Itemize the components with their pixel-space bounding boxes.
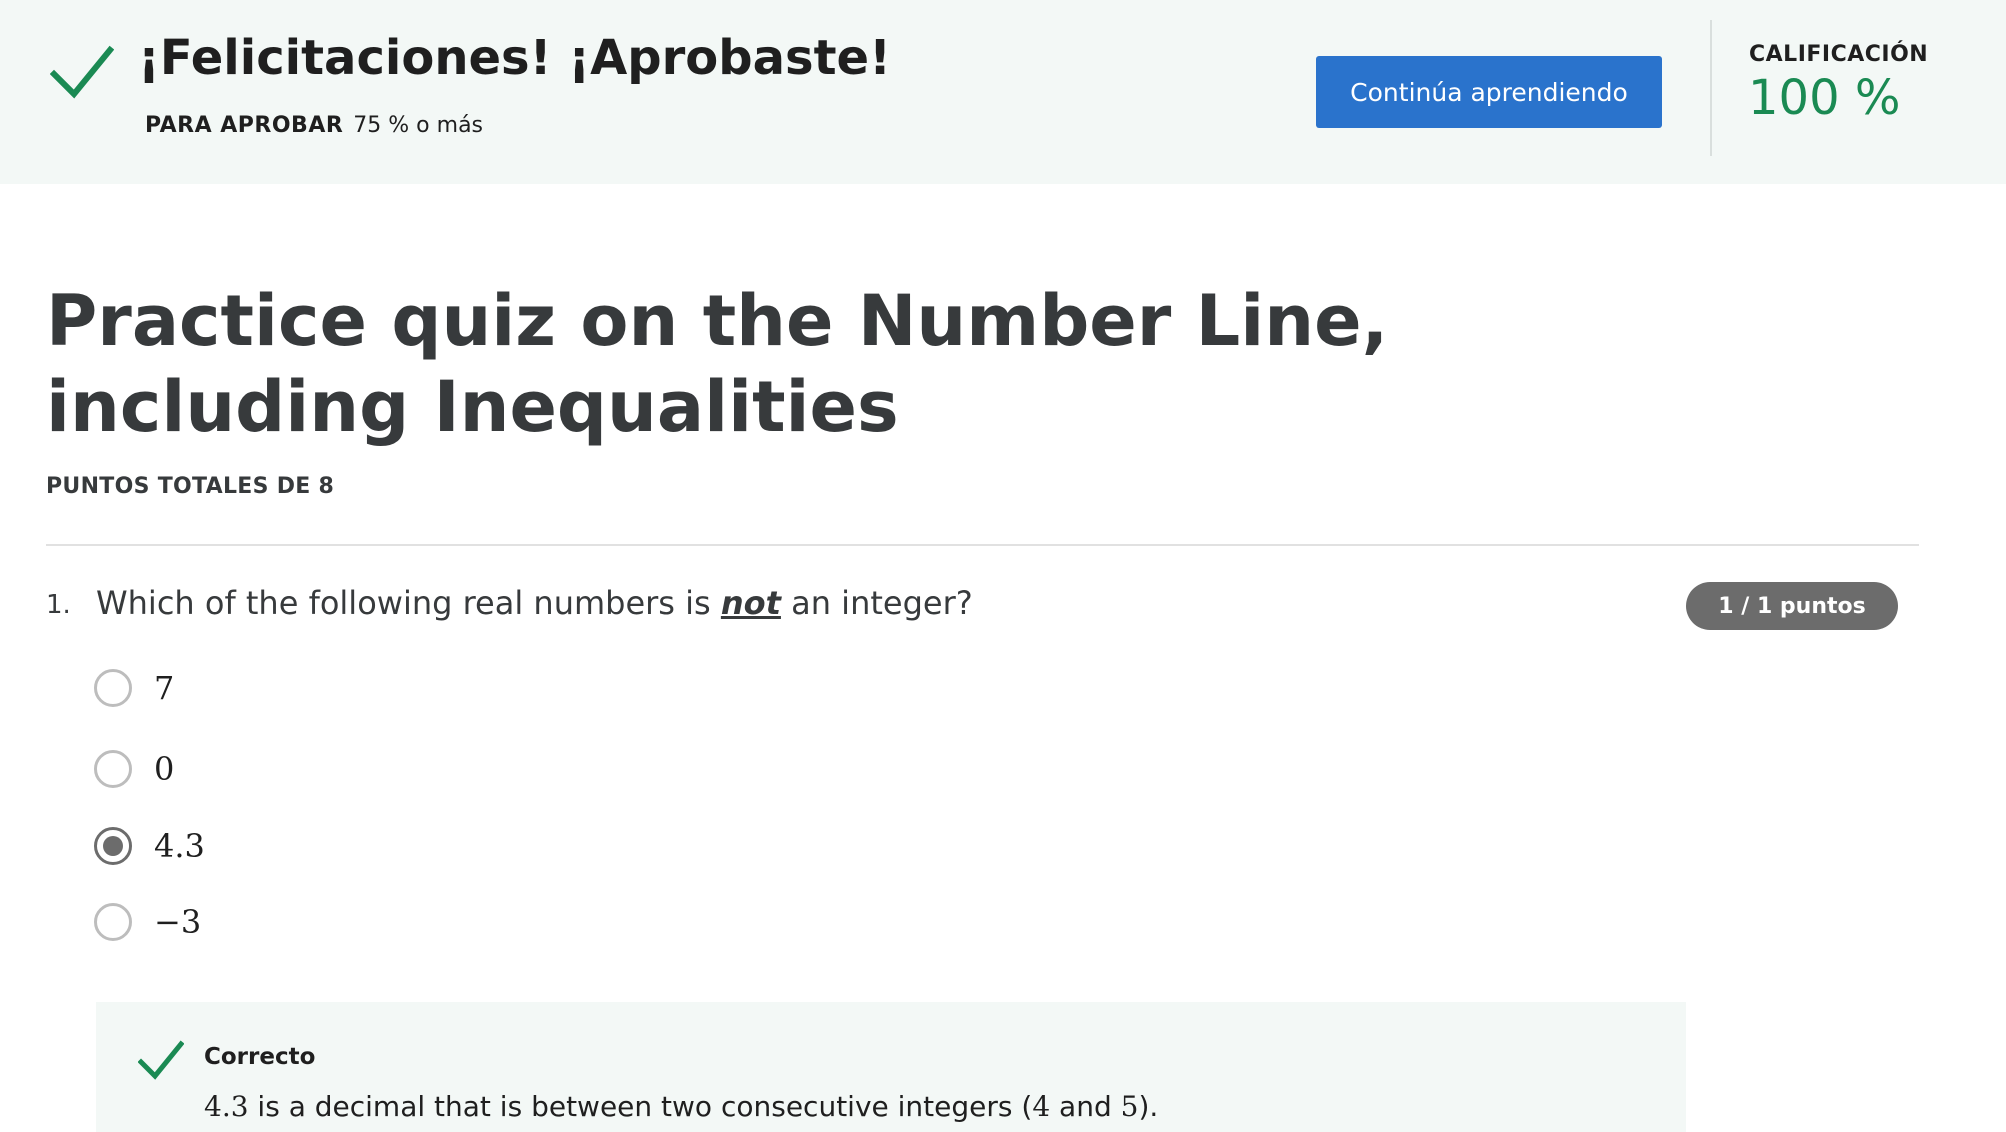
radio-button[interactable] [94,669,132,707]
feedback-panel: Correcto 4.3 is a decimal that is betwee… [96,1002,1686,1132]
pass-label: PARA APROBAR [145,113,344,138]
radio-button[interactable] [94,903,132,941]
answer-option[interactable]: 7 [94,668,174,708]
answer-option[interactable]: 0 [94,749,174,789]
feedback-explanation: 4.3 is a decimal that is between two con… [204,1090,1158,1123]
pass-value: 75 % o más [353,113,484,138]
section-divider [46,544,1919,546]
banner-divider [1710,20,1712,156]
banner-title: ¡Felicitaciones! ¡Aprobaste! [138,30,891,86]
radio-button-selected[interactable] [94,827,132,865]
quiz-title: Practice quiz on the Number Line, includ… [46,280,1389,448]
grade-value: 100 % [1748,70,1901,126]
continue-learning-button[interactable]: Continúa aprendiendo [1316,56,1662,128]
feedback-text: ). [1138,1090,1159,1123]
math-value: 4 [1032,1090,1051,1123]
feedback-status: Correcto [204,1044,316,1070]
answer-option-selected[interactable]: 4.3 [94,826,205,866]
check-icon [138,1040,184,1080]
math-value: 4.3 [204,1090,249,1123]
option-label: 7 [154,669,175,707]
question-number: 1. [46,590,71,620]
question-emphasis: not [720,584,781,622]
question-text: Which of the following real numbers is n… [96,584,973,622]
passing-requirement: PARA APROBAR 75 % o más [145,113,483,138]
option-label: −3 [154,903,202,941]
answer-option[interactable]: −3 [94,902,201,942]
math-value: 5 [1120,1090,1139,1123]
question-text-end: an integer? [780,584,973,622]
option-label: 0 [154,750,175,788]
radio-button[interactable] [94,750,132,788]
check-icon [50,45,114,99]
question-text-start: Which of the following real numbers is [96,584,721,622]
grade-label: CALIFICACIÓN [1749,42,1929,67]
option-label: 4.3 [154,827,205,865]
total-points: PUNTOS TOTALES DE 8 [46,474,335,499]
success-banner: ¡Felicitaciones! ¡Aprobaste! PARA APROBA… [0,0,2006,184]
feedback-text: and [1050,1090,1121,1123]
points-badge: 1 / 1 puntos [1686,582,1898,630]
radio-dot [103,836,123,856]
feedback-text: is a decimal that is between two consecu… [248,1090,1033,1123]
